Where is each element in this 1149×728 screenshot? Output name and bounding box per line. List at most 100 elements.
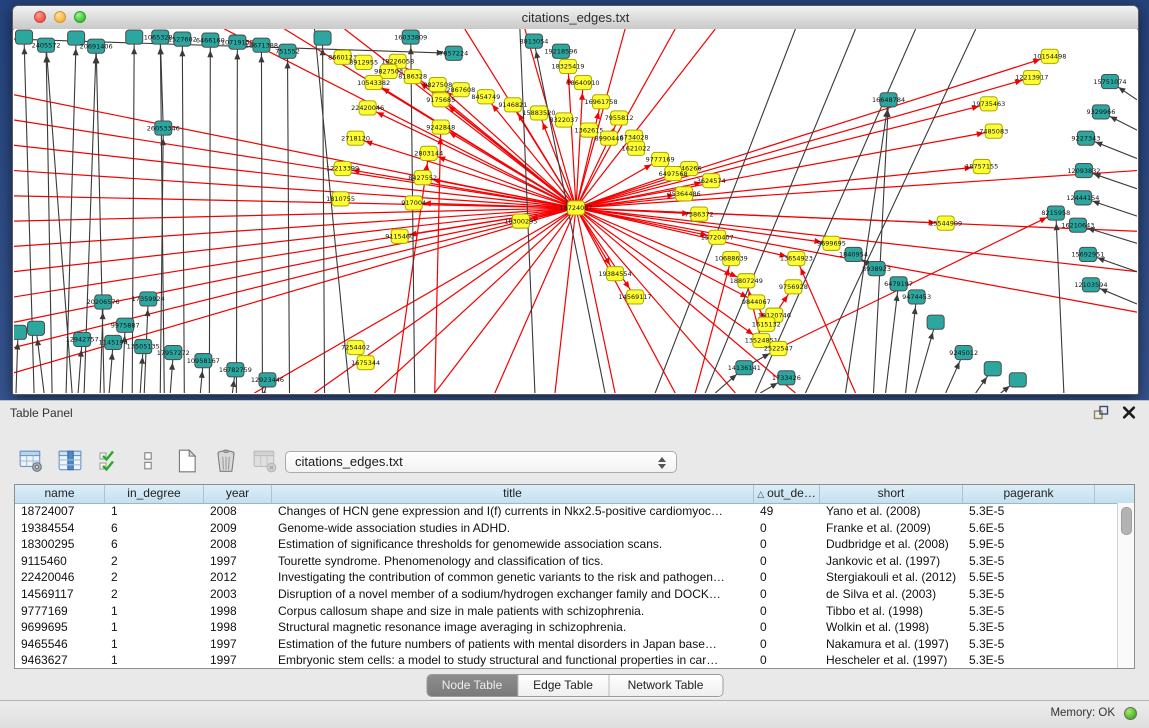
scrollbar-thumb[interactable] <box>1121 507 1132 535</box>
network-node[interactable]: 8454749 <box>471 90 500 104</box>
network-node[interactable]: 8813054 <box>519 34 548 48</box>
network-node[interactable]: 6479197 <box>884 277 913 291</box>
network-edge[interactable] <box>435 208 576 393</box>
cell-year[interactable]: 2003 <box>204 586 272 603</box>
network-node[interactable]: 15751074 <box>1093 75 1126 89</box>
network-node[interactable]: 12923446 <box>251 373 284 387</box>
table-row[interactable]: 969969511998Structural magnetic resonanc… <box>15 619 1118 636</box>
cell-title[interactable]: Tourette syndrome. Phenomenology and cla… <box>272 553 754 570</box>
cell-year[interactable]: 2008 <box>204 536 272 553</box>
table-row[interactable]: 1830029562008Estimation of significance … <box>15 536 1118 553</box>
cell-name[interactable]: 18724007 <box>15 503 105 520</box>
network-node[interactable]: 18300295 <box>504 214 537 228</box>
cell-out_de[interactable]: 0 <box>754 569 820 586</box>
column-header-out_de[interactable]: △out_de… <box>754 485 820 503</box>
network-node[interactable]: 10958167 <box>187 354 220 368</box>
network-edge[interactable] <box>323 38 325 393</box>
column-header-year[interactable]: year <box>204 485 272 503</box>
cell-title[interactable]: Embryonic stem cells: a model to study s… <box>272 652 754 668</box>
memory-status-dot[interactable] <box>1124 707 1137 720</box>
network-edge[interactable] <box>14 208 576 348</box>
network-edge[interactable] <box>14 208 576 221</box>
network-node[interactable]: 18757155 <box>965 159 998 173</box>
network-edge[interactable] <box>343 169 576 208</box>
network-node[interactable]: 13505135 <box>127 339 160 353</box>
network-node[interactable]: 9474453 <box>902 290 931 304</box>
cell-out_de[interactable]: 49 <box>754 503 820 520</box>
cell-in_degree[interactable]: 1 <box>105 652 204 668</box>
network-edge[interactable] <box>1056 213 1064 393</box>
column-header-pagerank[interactable]: pagerank <box>963 485 1095 503</box>
cell-title[interactable]: Estimation of significance thresholds fo… <box>272 536 754 553</box>
network-node[interactable]: 9242848 <box>426 120 455 134</box>
cell-name[interactable]: 19384554 <box>15 520 105 537</box>
cell-pagerank[interactable]: 5.9E-5 <box>963 536 1095 553</box>
cell-title[interactable]: Corpus callosum shape and size in male p… <box>272 603 754 620</box>
cell-year[interactable]: 2009 <box>204 520 272 537</box>
column-header-name[interactable]: name <box>15 485 105 503</box>
cell-pagerank[interactable]: 5.3E-5 <box>963 603 1095 620</box>
cell-title[interactable]: Estimation of the future numbers of pati… <box>272 636 754 653</box>
network-edge[interactable] <box>705 29 855 393</box>
cell-title[interactable]: Changes of HCN gene expression and I(f) … <box>272 503 754 520</box>
network-node[interactable]: 9756928 <box>779 280 808 294</box>
network-node[interactable]: 16033809 <box>394 30 427 44</box>
cell-in_degree[interactable]: 6 <box>105 536 204 553</box>
network-node[interactable]: 7485083 <box>979 124 1008 138</box>
tab-network-table[interactable]: Network Table <box>608 675 722 696</box>
network-node[interactable] <box>984 362 1001 376</box>
network-node[interactable]: 3624574 <box>697 174 726 188</box>
cell-in_degree[interactable]: 2 <box>105 586 204 603</box>
delete-column-button[interactable] <box>211 446 241 476</box>
network-edge[interactable] <box>46 45 52 393</box>
network-node[interactable]: 18640910 <box>566 76 599 90</box>
network-edge[interactable] <box>778 213 1055 348</box>
cell-short[interactable]: Nakamura et al. (1997) <box>820 636 963 653</box>
network-node[interactable]: 7386372 <box>685 207 714 221</box>
cell-year[interactable]: 1997 <box>204 636 272 653</box>
cell-out_de[interactable]: 0 <box>754 520 820 537</box>
table-row[interactable]: 946554611997Estimation of the future num… <box>15 636 1118 653</box>
network-edge[interactable] <box>109 342 113 393</box>
cell-pagerank[interactable]: 5.5E-5 <box>963 569 1095 586</box>
table-row[interactable]: 1872400712008Changes of HCN gene express… <box>15 503 1118 520</box>
cell-short[interactable]: Stergiakouli et al. (2012) <box>820 569 963 586</box>
cell-in_degree[interactable]: 1 <box>105 636 204 653</box>
cell-short[interactable]: Yano et al. (2008) <box>820 503 963 520</box>
network-node[interactable]: 751552 <box>275 44 300 58</box>
network-view[interactable]: 1872400724055722069140610653287152760264… <box>14 29 1137 393</box>
cell-in_degree[interactable]: 1 <box>105 503 204 520</box>
network-node[interactable]: 9245012 <box>949 345 978 359</box>
network-edge[interactable] <box>182 39 184 393</box>
network-node[interactable]: 10688639 <box>715 251 748 265</box>
network-node[interactable]: 19735463 <box>972 97 1005 111</box>
network-edge[interactable] <box>14 208 576 246</box>
cell-year[interactable]: 2012 <box>204 569 272 586</box>
network-node[interactable] <box>14 325 27 339</box>
network-edge[interactable] <box>236 42 237 393</box>
cell-out_de[interactable]: 0 <box>754 536 820 553</box>
cell-short[interactable]: Dudbridge et al. (2008) <box>820 536 963 553</box>
column-header-in_degree[interactable]: in_degree <box>105 485 204 503</box>
select-all-rows-button[interactable] <box>94 446 124 476</box>
network-node[interactable]: 1675344 <box>351 356 380 370</box>
cell-name[interactable]: 9115460 <box>15 553 105 570</box>
network-node[interactable]: 12213917 <box>1015 70 1048 84</box>
network-node[interactable]: 10154498 <box>1033 49 1066 63</box>
network-node[interactable]: 9777169 <box>646 152 675 166</box>
network-node[interactable]: 16961758 <box>584 95 617 109</box>
network-node[interactable] <box>1009 373 1026 387</box>
table-row[interactable]: 1456911722003Disruption of a novel membe… <box>15 586 1118 603</box>
network-node[interactable]: 15544909 <box>929 216 962 230</box>
network-edge[interactable] <box>209 40 210 393</box>
network-node[interactable]: 14569117 <box>619 290 652 304</box>
network-edge[interactable] <box>78 339 82 393</box>
network-node[interactable]: 1840954 <box>839 247 868 261</box>
network-edge[interactable] <box>435 127 441 393</box>
cell-name[interactable]: 22420046 <box>15 569 105 586</box>
table-row[interactable]: 911546021997Tourette syndrome. Phenomeno… <box>15 553 1118 570</box>
cell-pagerank[interactable]: 5.3E-5 <box>963 619 1095 636</box>
network-node[interactable]: 9975887 <box>111 318 140 332</box>
network-node[interactable]: 26053346 <box>147 121 180 135</box>
network-node[interactable]: 917004 <box>401 196 426 210</box>
